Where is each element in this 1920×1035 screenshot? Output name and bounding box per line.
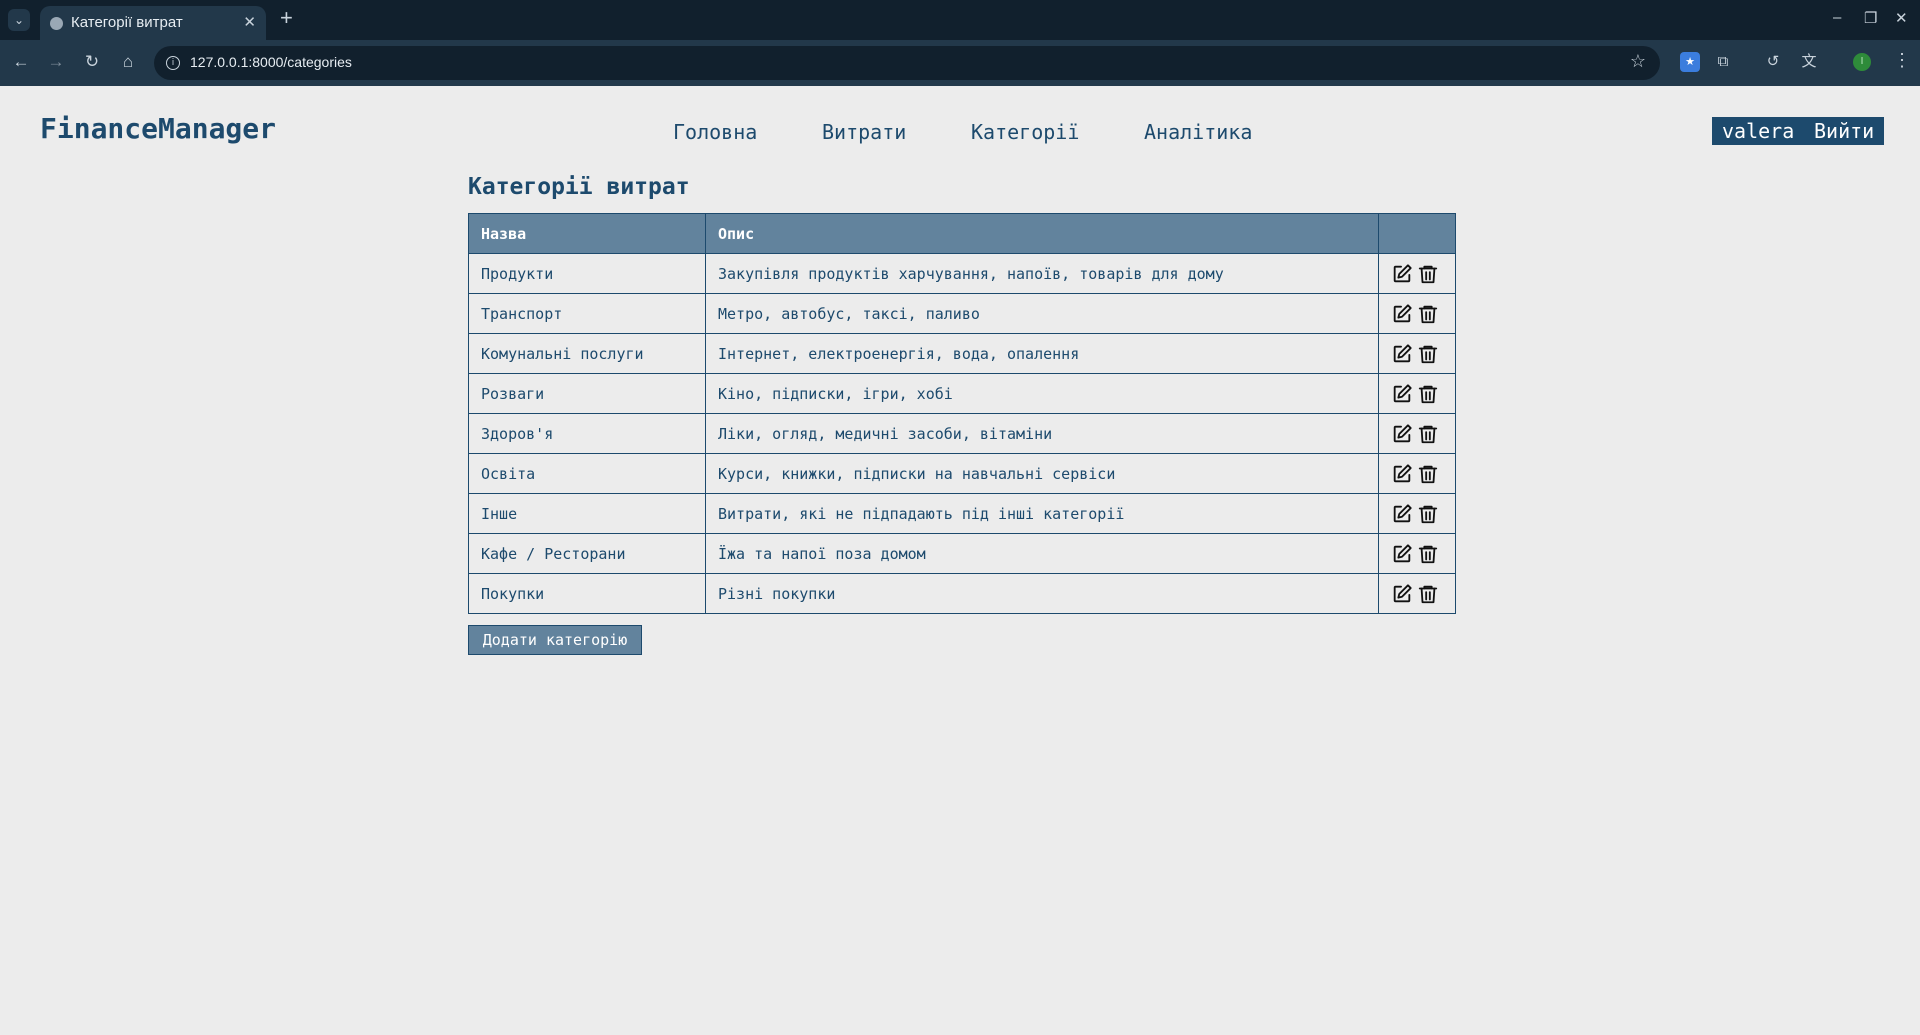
category-name-cell: Продукти bbox=[468, 253, 706, 294]
browser-tab-bar: ⌄ Категорії витрат ✕ + – ❐ ✕ bbox=[0, 0, 1920, 40]
category-actions-cell bbox=[1378, 573, 1456, 614]
translate-icon[interactable]: 文 bbox=[1799, 52, 1819, 72]
puzzle-icon[interactable]: ⧉ bbox=[1713, 52, 1733, 72]
tab-list-chevron-icon[interactable]: ⌄ bbox=[8, 9, 30, 31]
table-row: Здоров'я Ліки, огляд, медичні засоби, віт… bbox=[468, 413, 1456, 454]
table-header-row: Назва Опис bbox=[468, 213, 1456, 254]
category-description-cell: Метро, автобус, таксі, паливо bbox=[705, 293, 1379, 334]
category-actions-cell bbox=[1378, 333, 1456, 374]
logout-button[interactable]: Вийти bbox=[1804, 117, 1885, 145]
globe-icon bbox=[50, 17, 63, 30]
category-name-cell: Здоров'я bbox=[468, 413, 706, 454]
username-badge[interactable]: valera bbox=[1712, 117, 1805, 145]
category-name-cell: Покупки bbox=[468, 573, 706, 614]
category-actions-cell bbox=[1378, 533, 1456, 574]
url-text[interactable]: 127.0.0.1:8000/categories bbox=[190, 54, 352, 70]
close-tab-icon[interactable]: ✕ bbox=[243, 13, 256, 31]
nav-link-analytics[interactable]: Аналітика bbox=[1144, 120, 1252, 144]
add-category-button[interactable]: Додати категорію bbox=[468, 625, 642, 655]
category-actions-cell bbox=[1378, 453, 1456, 494]
edit-icon[interactable] bbox=[1391, 543, 1413, 565]
category-name-cell: Транспорт bbox=[468, 293, 706, 334]
category-description-cell: Витрати, які не підпадають під інші кате… bbox=[705, 493, 1379, 534]
browser-menu-icon[interactable]: ⋮ bbox=[1893, 50, 1911, 71]
table-row: Продукти Закупівля продуктів харчування, … bbox=[468, 253, 1456, 294]
restore-icon[interactable]: ❐ bbox=[1864, 9, 1877, 27]
trash-icon[interactable] bbox=[1417, 423, 1439, 445]
edit-icon[interactable] bbox=[1391, 423, 1413, 445]
browser-toolbar: ← → ↻ ⌂ i 127.0.0.1:8000/categories ☆ ★ … bbox=[0, 40, 1920, 86]
page-title: Категорії витрат bbox=[468, 174, 690, 200]
nav-link-categories[interactable]: Категорії bbox=[971, 120, 1079, 144]
close-window-icon[interactable]: ✕ bbox=[1895, 9, 1908, 27]
category-actions-cell bbox=[1378, 253, 1456, 294]
trash-icon[interactable] bbox=[1417, 463, 1439, 485]
category-actions-cell bbox=[1378, 413, 1456, 454]
minimize-icon[interactable]: – bbox=[1833, 9, 1841, 26]
history-icon[interactable]: ↺ bbox=[1763, 52, 1783, 72]
extension-icon[interactable]: ★ bbox=[1680, 52, 1700, 72]
trash-icon[interactable] bbox=[1417, 303, 1439, 325]
edit-icon[interactable] bbox=[1391, 503, 1413, 525]
brand-logo[interactable]: FinanceManager bbox=[40, 112, 276, 145]
category-name-cell: Кафе / Ресторани bbox=[468, 533, 706, 574]
category-description-cell: Кіно, підписки, ігри, хобі bbox=[705, 373, 1379, 414]
category-description-cell: Ліки, огляд, медичні засоби, вітаміни bbox=[705, 413, 1379, 454]
category-description-cell: Інтернет, електроенергія, вода, опалення bbox=[705, 333, 1379, 374]
browser-tab[interactable]: Категорії витрат ✕ bbox=[40, 6, 266, 40]
trash-icon[interactable] bbox=[1417, 383, 1439, 405]
category-actions-cell bbox=[1378, 373, 1456, 414]
edit-icon[interactable] bbox=[1391, 303, 1413, 325]
table-row: Інше Витрати, які не підпадають під інші … bbox=[468, 493, 1456, 534]
back-icon[interactable]: ← bbox=[10, 51, 32, 73]
table-row: Комунальні послуги Інтернет, електроенерг… bbox=[468, 333, 1456, 374]
category-description-cell: Їжа та напої поза домом bbox=[705, 533, 1379, 574]
nav-link-home[interactable]: Головна bbox=[673, 120, 757, 144]
table-row: Транспорт Метро, автобус, таксі, паливо bbox=[468, 293, 1456, 334]
bookmark-star-icon[interactable]: ☆ bbox=[1630, 51, 1646, 72]
table-row: Освіта Курси, книжки, підписки на навчаль… bbox=[468, 453, 1456, 494]
category-description-cell: Різні покупки bbox=[705, 573, 1379, 614]
category-name-cell: Інше bbox=[468, 493, 706, 534]
edit-icon[interactable] bbox=[1391, 463, 1413, 485]
category-description-cell: Закупівля продуктів харчування, напоїв, … bbox=[705, 253, 1379, 294]
profile-avatar[interactable]: I bbox=[1853, 53, 1871, 71]
table-row: Розваги Кіно, підписки, ігри, хобі bbox=[468, 373, 1456, 414]
tab-title: Категорії витрат bbox=[71, 14, 183, 31]
edit-icon[interactable] bbox=[1391, 343, 1413, 365]
edit-icon[interactable] bbox=[1391, 583, 1413, 605]
column-header-actions bbox=[1378, 213, 1456, 254]
trash-icon[interactable] bbox=[1417, 263, 1439, 285]
reload-icon[interactable]: ↻ bbox=[81, 51, 103, 73]
new-tab-icon[interactable]: + bbox=[280, 7, 293, 29]
column-header-name: Назва bbox=[468, 213, 706, 254]
category-name-cell: Освіта bbox=[468, 453, 706, 494]
table-row: Кафе / Ресторани Їжа та напої поза домом bbox=[468, 533, 1456, 574]
category-actions-cell bbox=[1378, 293, 1456, 334]
forward-icon[interactable]: → bbox=[45, 51, 67, 73]
site-info-icon[interactable]: i bbox=[166, 56, 180, 70]
trash-icon[interactable] bbox=[1417, 503, 1439, 525]
category-description-cell: Курси, книжки, підписки на навчальні сер… bbox=[705, 453, 1379, 494]
trash-icon[interactable] bbox=[1417, 583, 1439, 605]
home-icon[interactable]: ⌂ bbox=[117, 51, 139, 73]
nav-link-expenses[interactable]: Витрати bbox=[822, 120, 906, 144]
edit-icon[interactable] bbox=[1391, 383, 1413, 405]
address-bar[interactable]: i 127.0.0.1:8000/categories ☆ bbox=[154, 46, 1660, 80]
trash-icon[interactable] bbox=[1417, 543, 1439, 565]
trash-icon[interactable] bbox=[1417, 343, 1439, 365]
edit-icon[interactable] bbox=[1391, 263, 1413, 285]
category-name-cell: Розваги bbox=[468, 373, 706, 414]
category-name-cell: Комунальні послуги bbox=[468, 333, 706, 374]
category-actions-cell bbox=[1378, 493, 1456, 534]
categories-table: Назва Опис Продукти Закупівля продуктів х… bbox=[468, 213, 1456, 614]
table-row: Покупки Різні покупки bbox=[468, 573, 1456, 614]
column-header-description: Опис bbox=[705, 213, 1379, 254]
page: FinanceManager Головна Витрати Категорії… bbox=[0, 86, 1920, 1035]
